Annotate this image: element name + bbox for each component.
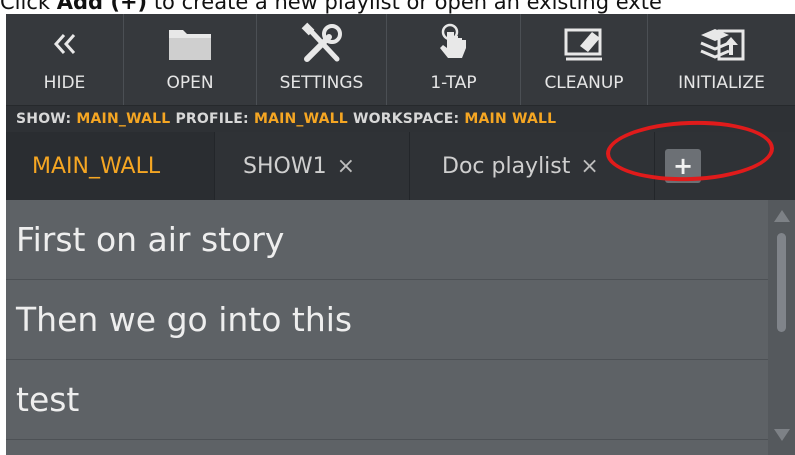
playlist-tab-bar: MAIN_WALL SHOW1 × Doc playlist × + (6, 132, 795, 200)
plus-icon: + (672, 152, 694, 180)
instruction-caption: Click Add (+) to create a new playlist o… (0, 0, 795, 14)
vertical-scrollbar[interactable] (768, 200, 795, 455)
cleanup-button[interactable]: CLEANUP (521, 14, 648, 105)
toolbar: HIDE OPEN SETTINGS 1-TAP CLEANUP INITIAL… (6, 14, 795, 105)
tab-label: Doc playlist (442, 153, 571, 179)
list-item-label: First on air story (16, 220, 285, 259)
workspace-label: WORKSPACE: (353, 111, 460, 127)
tools-icon (257, 22, 386, 66)
tap-hand-icon (387, 22, 520, 66)
screenshot-root: Click Add (+) to create a new playlist o… (0, 0, 795, 455)
workspace-value: MAIN WALL (464, 111, 557, 127)
caption-suffix: to create a new playlist or open an exis… (147, 0, 662, 14)
open-button[interactable]: OPEN (124, 14, 257, 105)
initialize-label: INITIALIZE (678, 73, 765, 93)
settings-label: SETTINGS (279, 73, 364, 93)
double-chevron-left-icon (6, 22, 123, 66)
initialize-icon (648, 22, 795, 66)
profile-value: MAIN_WALL (253, 111, 348, 127)
hide-button[interactable]: HIDE (6, 14, 124, 105)
settings-button[interactable]: SETTINGS (257, 14, 387, 105)
scroll-thumb[interactable] (777, 233, 786, 332)
caption-strong: Add (+) (56, 0, 148, 14)
tab-label: MAIN_WALL (32, 153, 161, 179)
tab-doc-playlist[interactable]: Doc playlist × (410, 132, 655, 200)
caption-prefix: Click (0, 0, 57, 14)
open-label: OPEN (166, 73, 214, 93)
folder-icon (124, 22, 256, 66)
tab-label: SHOW1 (243, 153, 327, 179)
close-icon[interactable]: × (580, 154, 598, 179)
initialize-button[interactable]: INITIALIZE (648, 14, 795, 105)
scroll-up-arrow-icon[interactable] (774, 210, 790, 222)
show-value: MAIN_WALL (76, 111, 171, 127)
tab-show1[interactable]: SHOW1 × (215, 132, 410, 200)
add-tab-button[interactable]: + (665, 149, 701, 183)
eraser-icon (521, 22, 647, 66)
context-status-bar: SHOW: MAIN_WALL PROFILE: MAIN_WALL WORKS… (6, 105, 795, 132)
cleanup-label: CLEANUP (544, 73, 624, 93)
one-tap-label: 1-TAP (430, 73, 477, 93)
playlist-list: First on air story Then we go into this … (6, 200, 768, 455)
profile-label: PROFILE: (175, 111, 249, 127)
list-item[interactable]: test (6, 360, 768, 440)
list-item-label: Then we go into this (16, 300, 353, 339)
tab-main-wall[interactable]: MAIN_WALL (6, 132, 215, 200)
list-item-label: test (16, 380, 80, 419)
show-label: SHOW: (16, 111, 72, 127)
list-item[interactable]: Then we go into this (6, 280, 768, 360)
one-tap-button[interactable]: 1-TAP (387, 14, 521, 105)
list-item[interactable]: First on air story (6, 200, 768, 280)
scroll-down-arrow-icon[interactable] (774, 429, 790, 441)
hide-label: HIDE (43, 73, 86, 93)
playlist-app: HIDE OPEN SETTINGS 1-TAP CLEANUP INITIAL… (6, 14, 795, 455)
close-icon[interactable]: × (337, 154, 355, 179)
